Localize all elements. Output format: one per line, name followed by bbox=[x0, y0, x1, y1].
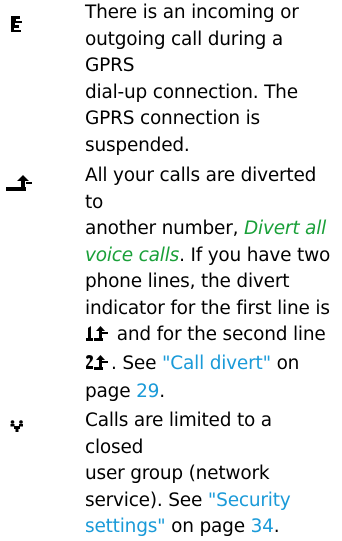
entry-1-line-4: GPRS connection is bbox=[85, 108, 260, 129]
entry-2-line-2: another number, Divert all bbox=[85, 216, 335, 243]
entry-1-line-5: suspended. bbox=[85, 134, 190, 156]
entry-3-line-2: user group (network bbox=[85, 463, 270, 484]
entry-2-line-8-text: page bbox=[85, 381, 131, 402]
page-29-link[interactable]: 29 bbox=[136, 381, 159, 402]
entry-2-line-5: indicator for the first line is bbox=[85, 297, 330, 319]
entry-1-line-1: There is an incoming or bbox=[85, 2, 299, 23]
entry-3-line-4: settings" on page 34. bbox=[85, 514, 335, 541]
entry-2-line-2-text: another number, bbox=[85, 218, 239, 239]
divert-line-2-icon bbox=[85, 353, 111, 380]
entry-2-line-8: page 29. bbox=[85, 379, 335, 406]
entry-2-line-6-text: and for the second line bbox=[116, 324, 326, 345]
page-34-link[interactable]: 34 bbox=[251, 516, 274, 537]
entry-2-line-1: All your calls are diverted to bbox=[85, 165, 317, 213]
divert-icon bbox=[6, 175, 46, 205]
divert-all-voice-calls-link-part-2[interactable]: voice calls bbox=[85, 245, 179, 266]
entry-2-line-3: voice calls. If you have two bbox=[85, 243, 335, 270]
entry-2-line-3-text: . If you have two bbox=[179, 244, 331, 266]
entry-3-line-3-text: service). See bbox=[85, 489, 203, 511]
entry-3-line-4-tail: . bbox=[273, 516, 280, 537]
entry-2-line-7-text: . See bbox=[111, 352, 157, 374]
entry-3-line-1: Calls are limited to a closed bbox=[85, 410, 272, 458]
entry-2-line-8-tail: . bbox=[159, 381, 165, 402]
entry-2-line-7: . See "Call divert" on bbox=[85, 351, 335, 380]
closed-user-group-icon bbox=[10, 417, 50, 447]
security-settings-link-part-1[interactable]: "Security bbox=[208, 490, 291, 511]
entry-2-line-4: phone lines, the divert bbox=[85, 271, 290, 292]
divert-all-voice-calls-link-part-1[interactable]: Divert all bbox=[244, 218, 326, 239]
entry-3-line-3: service). See "Security bbox=[85, 488, 335, 515]
security-settings-link-part-2[interactable]: settings" bbox=[85, 516, 166, 537]
divert-line-1-icon bbox=[85, 324, 111, 351]
entry-2-line-6: and for the second line bbox=[85, 322, 335, 351]
entry-2-line-7-tail: on bbox=[276, 352, 300, 374]
entry-3-line-4-text: on page bbox=[171, 516, 245, 537]
entry-1-line-3: dial-up connection. The bbox=[85, 81, 298, 103]
call-divert-link[interactable]: "Call divert" bbox=[162, 353, 271, 374]
gprs-call-suspended-icon bbox=[10, 13, 50, 43]
entry-1-line-2: outgoing call during a GPRS bbox=[85, 28, 284, 77]
